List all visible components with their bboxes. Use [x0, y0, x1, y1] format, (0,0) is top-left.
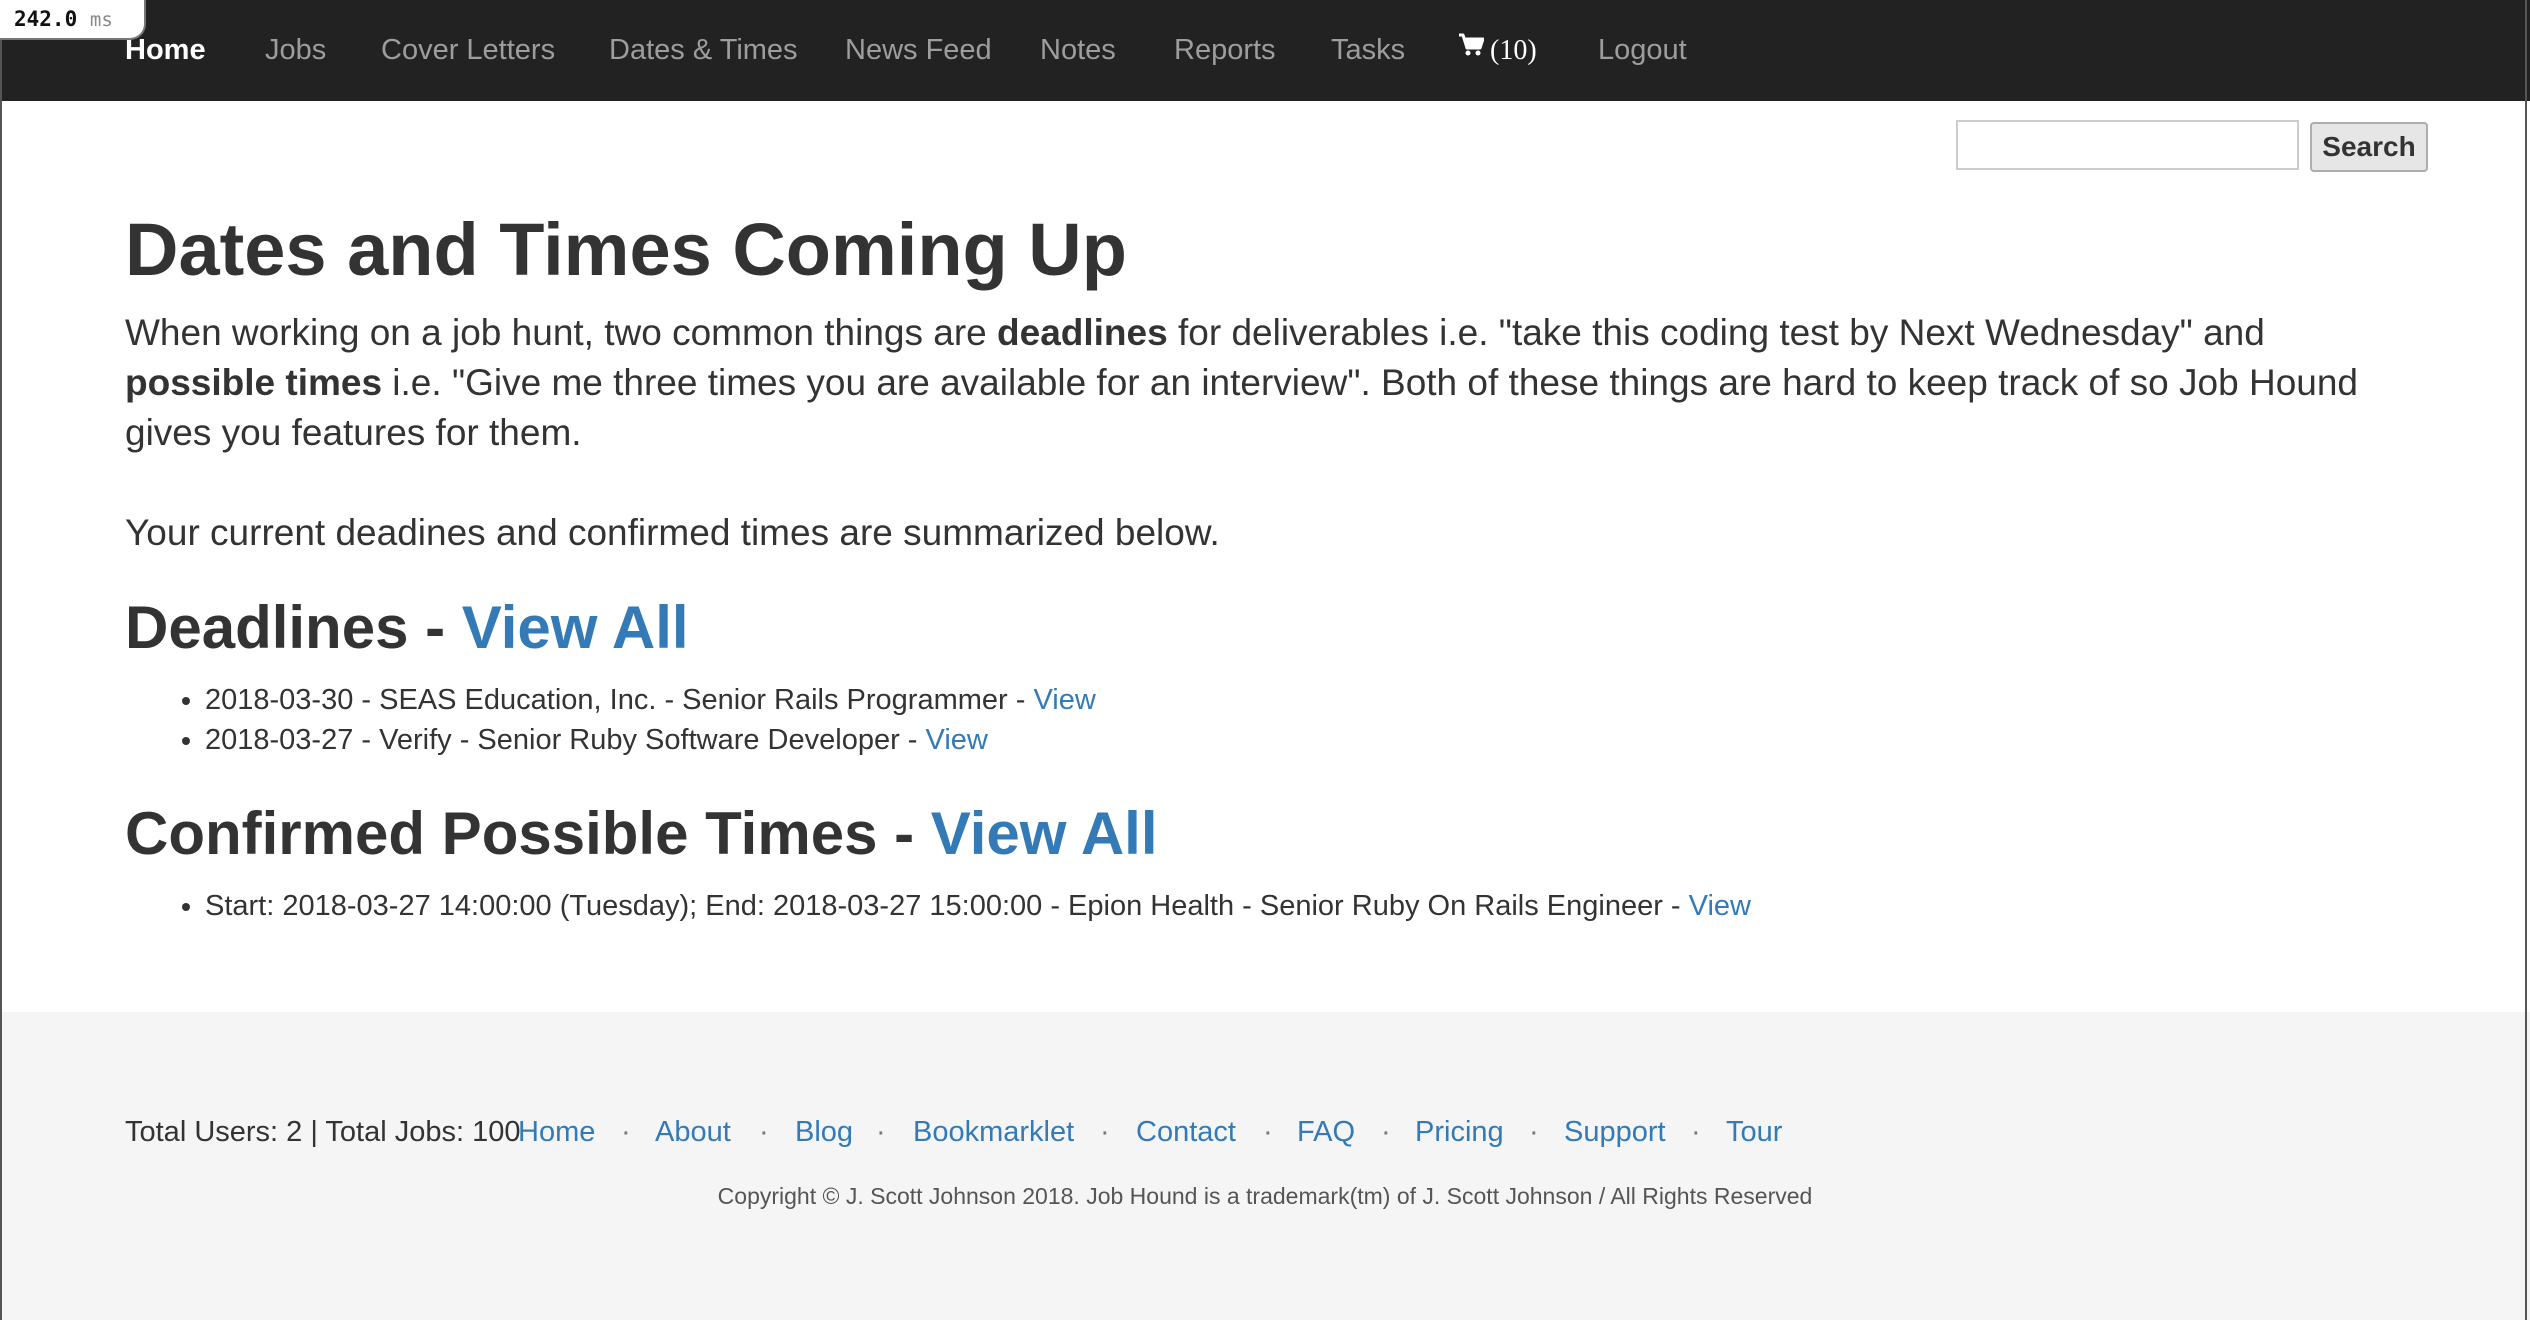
intro-bold-deadlines: deadlines	[997, 312, 1168, 353]
footer-separator: ·	[621, 1116, 631, 1148]
shopping-cart-icon	[1458, 0, 1485, 99]
footer-link-support[interactable]: Support	[1564, 1112, 1666, 1152]
copyright-text: Copyright © J. Scott Johnson 2018. Job H…	[717, 1183, 1813, 1209]
deadline-item-text: 2018-03-27 - Verify - Senior Ruby Softwa…	[205, 724, 926, 756]
footer-separator: ·	[759, 1116, 769, 1148]
list-item: Start: 2018-03-27 14:00:00 (Tuesday); En…	[205, 886, 2405, 926]
confirmed-times-list: Start: 2018-03-27 14:00:00 (Tuesday); En…	[125, 886, 2405, 926]
confirmed-time-view-link[interactable]: View	[1689, 890, 1751, 922]
summary-text: Your current deadines and confirmed time…	[125, 512, 1220, 553]
list-item: 2018-03-27 - Verify - Senior Ruby Softwa…	[205, 720, 2405, 760]
cart-count: (10)	[1490, 35, 1537, 66]
main-content: Dates and Times Coming Up When working o…	[125, 200, 2405, 926]
deadlines-view-all-link[interactable]: View All	[462, 594, 689, 661]
footer-link-bookmarklet[interactable]: Bookmarklet	[913, 1112, 1074, 1152]
top-navbar: Home Jobs Cover Letters Dates & Times Ne…	[0, 0, 2530, 101]
footer-separator: ·	[1691, 1116, 1701, 1148]
timing-unit: ms	[89, 9, 113, 31]
footer-separator: ·	[1263, 1116, 1273, 1148]
footer-separator: ·	[1381, 1116, 1391, 1148]
footer-link-tour[interactable]: Tour	[1726, 1112, 1782, 1152]
deadlines-heading: Deadlines - View All	[125, 588, 2405, 668]
search-button[interactable]: Search	[2310, 122, 2428, 172]
confirmed-time-item-text: Start: 2018-03-27 14:00:00 (Tuesday); En…	[205, 890, 1689, 922]
confirmed-times-heading: Confirmed Possible Times - View All	[125, 794, 2405, 874]
page-title: Dates and Times Coming Up	[125, 208, 1127, 291]
footer-link-home[interactable]: Home	[518, 1112, 595, 1152]
deadline-view-link[interactable]: View	[926, 724, 988, 756]
list-item: 2018-03-30 - SEAS Education, Inc. - Seni…	[205, 680, 2405, 720]
footer-separator: ·	[1529, 1116, 1539, 1148]
footer: Total Users: 2 | Total Jobs: 100 Home · …	[0, 1012, 2530, 1320]
confirmed-times-heading-text: Confirmed Possible Times -	[125, 800, 931, 867]
footer-link-pricing[interactable]: Pricing	[1415, 1112, 1504, 1152]
nav-notes[interactable]: Notes	[1040, 0, 1116, 101]
nav-tasks[interactable]: Tasks	[1331, 0, 1405, 101]
deadlines-list: 2018-03-30 - SEAS Education, Inc. - Seni…	[125, 680, 2405, 760]
timing-value: 242.0	[14, 7, 78, 31]
footer-separator: ·	[1100, 1116, 1110, 1148]
footer-separator: ·	[876, 1116, 886, 1148]
nav-jobs[interactable]: Jobs	[265, 0, 326, 101]
intro-paragraph: When working on a job hunt, two common t…	[125, 308, 2405, 458]
footer-link-contact[interactable]: Contact	[1136, 1112, 1236, 1152]
deadlines-heading-text: Deadlines -	[125, 594, 462, 661]
deadline-item-text: 2018-03-30 - SEAS Education, Inc. - Seni…	[205, 684, 1034, 716]
nav-cart[interactable]: (10)	[1458, 0, 1537, 101]
deadline-view-link[interactable]: View	[1033, 684, 1095, 716]
render-timing-badge: 242.0 ms	[0, 0, 146, 40]
intro-text-3: i.e. "Give me three times you are availa…	[125, 362, 2359, 453]
intro-bold-possible-times: possible times	[125, 362, 383, 403]
nav-news-feed[interactable]: News Feed	[845, 0, 992, 101]
search-input[interactable]	[1956, 120, 2299, 170]
footer-link-blog[interactable]: Blog	[795, 1112, 853, 1152]
confirmed-times-view-all-link[interactable]: View All	[931, 800, 1158, 867]
footer-stats: Total Users: 2 | Total Jobs: 100	[125, 1116, 521, 1148]
nav-logout[interactable]: Logout	[1598, 0, 1687, 101]
intro-text-1: When working on a job hunt, two common t…	[125, 312, 998, 353]
nav-dates-times[interactable]: Dates & Times	[609, 0, 798, 101]
nav-reports[interactable]: Reports	[1174, 0, 1276, 101]
intro-text-2: for deliverables i.e. "take this coding …	[1167, 312, 2265, 353]
footer-link-about[interactable]: About	[655, 1112, 731, 1152]
footer-link-faq[interactable]: FAQ	[1297, 1112, 1355, 1152]
nav-cover-letters[interactable]: Cover Letters	[381, 0, 555, 101]
